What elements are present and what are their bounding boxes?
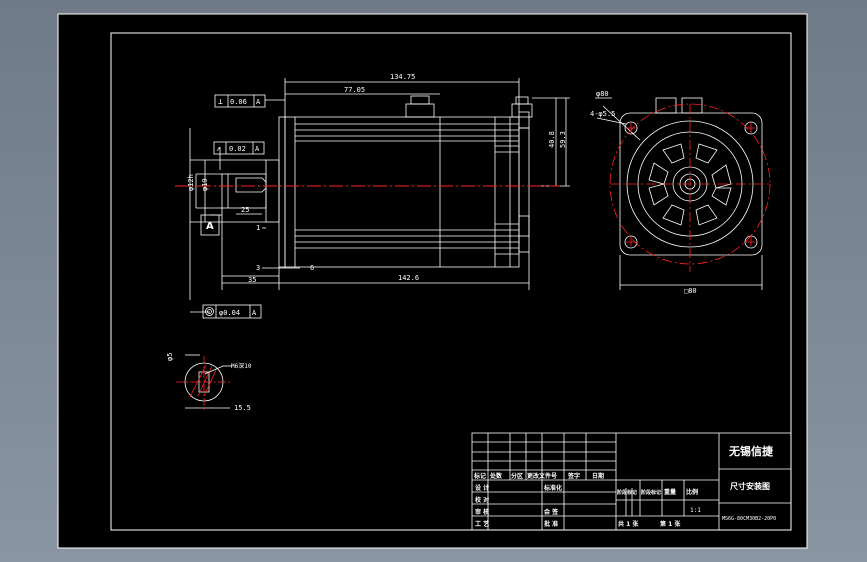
total-sheets: 共 1 张 [618,520,639,528]
dim-holes: 4-φ5.5 [590,110,615,118]
dim-body-length: 77.05 [344,86,365,94]
dim-thread: M6深10 [231,362,252,370]
tb-row-design: 设 计 [475,484,489,492]
dim-shaft-diameter-b: φ19 [201,178,209,191]
svg-text:0.06: 0.06 [230,98,247,106]
tb-row-check: 校 对 [475,496,489,504]
tb-weight: 重量 [664,488,676,496]
dim-width: □80 [684,287,697,295]
dim-pcd: φ80 [596,90,609,98]
cad-application: 134.75 77.05 142.6 40.8 59.3 φ12h φ19 25… [0,0,867,562]
dim-flange-thickness: 3 [256,264,260,272]
dim-flange-height: 40.8 [548,131,556,148]
dim-overall-length: 142.6 [398,274,419,282]
tb-col-date: 日期 [592,472,604,480]
tb-col-zone: 分区 [511,472,523,480]
scale: 1:1 [690,507,701,514]
dim-total-length: 134.75 [390,73,415,81]
tb-col-change: 更改文件号 [527,472,557,480]
tb-scale-label: 比例 [686,488,698,496]
tb-stage-2: 阶段标记 [641,489,661,496]
tb-approve: 会 签 [544,508,559,516]
dim-shaft-length: 35 [248,276,256,284]
tb-col-mark: 标记 [473,472,486,480]
tb-stage-1: 阶段标记 [617,489,637,496]
tb-col-sign: 签字 [567,472,580,480]
perpendicular-icon: ⊥ [218,97,223,106]
svg-text:0.02: 0.02 [229,145,246,153]
drawing-name: 尺寸安装图 [730,481,770,491]
svg-text:A: A [206,221,214,232]
company-name: 无锡信捷 [728,444,774,458]
tb-standardization: 标准化 [543,484,562,492]
tb-col-count: 处数 [489,472,503,480]
dim-shaft-diameter-a: φ12h [187,174,195,191]
dim-pilot-length: 6 [310,264,314,272]
drawing-viewport[interactable]: 134.75 77.05 142.6 40.8 59.3 φ12h φ19 25… [0,0,867,562]
dim-frame-height: 59.3 [559,131,567,148]
drawing-canvas[interactable]: 134.75 77.05 142.6 40.8 59.3 φ12h φ19 25… [0,0,867,562]
runout-icon: ↗ [216,144,221,153]
sheet-number: 第 1 张 [659,520,681,528]
svg-text:φ0.04: φ0.04 [219,309,240,317]
tb-approve2: 批 准 [544,520,558,528]
tb-row-process: 工 艺 [475,520,489,528]
dim-section-diameter: φ5 [166,353,174,361]
tb-row-review: 审 核 [475,508,489,516]
dim-key-length: 25 [241,206,249,214]
dim-section-depth: 15.5 [234,404,251,412]
drawing-number: MS6G-80CM30B2-20P0 [722,516,776,522]
dim-gap: 1 [256,224,260,232]
